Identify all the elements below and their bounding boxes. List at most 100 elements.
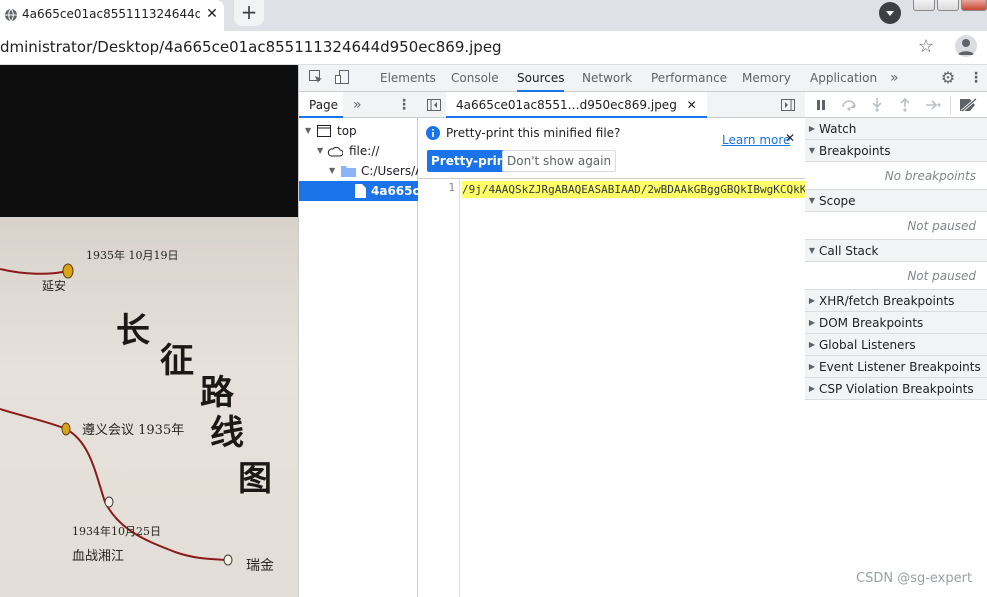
- pause-icon[interactable]: [815, 99, 827, 111]
- file-tab-label: 4a665ce01ac8551…d950ec869.jpeg: [456, 98, 677, 112]
- map-title-char: 征: [160, 341, 194, 381]
- browser-tab[interactable]: 4a665ce01ac855111324644d9 ✕: [0, 0, 224, 31]
- step-into-icon[interactable]: [871, 97, 883, 113]
- step-icon[interactable]: [925, 99, 941, 111]
- address-bar: dministrator/Desktop/4a665ce01ac85511132…: [0, 31, 987, 65]
- editor-pane: 4a665ce01ac8551…d950ec869.jpeg ✕ Pretty-…: [418, 92, 805, 597]
- window-controls: [913, 0, 987, 12]
- expanded-arrow-icon: ▼: [808, 146, 816, 155]
- tab-performance[interactable]: Performance: [651, 65, 727, 92]
- tab-search-button[interactable]: [879, 2, 901, 24]
- tab-elements[interactable]: Elements: [380, 65, 436, 92]
- map-photo: 1935年 10月19日 延安 长 征 路 线 图 遵义会议 1935年 193…: [0, 217, 298, 597]
- xiangjiang-label: 血战湘江: [72, 549, 125, 564]
- section-title: Global Listeners: [819, 338, 916, 352]
- toggle-debugger-icon[interactable]: [780, 97, 796, 113]
- folder-icon: [341, 166, 356, 177]
- window-close-button[interactable]: [961, 0, 987, 11]
- learn-more-link[interactable]: Learn more: [722, 133, 790, 147]
- line-number: 1: [448, 181, 455, 194]
- tree-item-folder[interactable]: ▼ C:/Users/A: [299, 161, 418, 181]
- tree-label: top: [337, 124, 357, 138]
- infobar-message: Pretty-print this minified file?: [446, 126, 621, 140]
- more-tabs-button[interactable]: »: [890, 65, 899, 92]
- tree-item-file[interactable]: ▼ file://: [299, 141, 418, 161]
- tree-item-jpeg[interactable]: 4a665ce: [299, 181, 418, 201]
- deactivate-breakpoints-icon[interactable]: [959, 98, 979, 112]
- expand-arrow-icon: ▼: [329, 166, 336, 175]
- tab-page[interactable]: Page: [299, 92, 343, 118]
- section-title: CSP Violation Breakpoints: [819, 382, 974, 396]
- section-title: DOM Breakpoints: [819, 316, 924, 330]
- cloud-icon: [327, 146, 343, 157]
- file-icon: [355, 184, 366, 198]
- debugger-sidebar: ▶ Watch ▼ Breakpoints No breakpoints ▼ Scop…: [805, 92, 987, 597]
- tab-memory[interactable]: Memory: [742, 65, 791, 92]
- collapsed-arrow-icon: ▶: [808, 384, 816, 393]
- inspect-element-icon[interactable]: [307, 69, 325, 87]
- debugger-toolbar: [805, 92, 987, 118]
- tree-label: file://: [349, 144, 380, 158]
- file-tab[interactable]: 4a665ce01ac8551…d950ec869.jpeg ✕: [446, 92, 707, 118]
- ruijin-label: 瑞金: [246, 558, 274, 574]
- section-title: Event Listener Breakpoints: [819, 360, 981, 374]
- section-scope[interactable]: ▼ Scope: [805, 190, 987, 212]
- step-over-icon[interactable]: [841, 98, 857, 112]
- watermark-text: CSDN @sg-expert: [856, 571, 973, 586]
- tree-item-top[interactable]: ▼ top: [299, 121, 418, 141]
- collapsed-arrow-icon: ▶: [808, 318, 816, 327]
- code-line[interactable]: /9j/4AAQSkZJRgABAQEASABIAAD/2wBDAAkGBggG…: [462, 181, 805, 198]
- section-csp-violation-breakpoints[interactable]: ▶ CSP Violation Breakpoints: [805, 378, 987, 400]
- collapsed-arrow-icon: ▶: [808, 124, 816, 133]
- section-title: XHR/fetch Breakpoints: [819, 294, 955, 308]
- close-infobar-icon[interactable]: ✕: [785, 131, 795, 145]
- section-global-listeners[interactable]: ▶ Global Listeners: [805, 334, 987, 356]
- close-file-icon[interactable]: ✕: [687, 98, 697, 112]
- dont-show-again-button[interactable]: Don't show again: [502, 150, 617, 172]
- section-title: Breakpoints: [819, 144, 891, 158]
- minimize-button[interactable]: [913, 0, 935, 11]
- tab-application[interactable]: Application: [810, 65, 877, 92]
- navigator-menu-icon[interactable]: ⋮: [397, 92, 411, 118]
- expanded-arrow-icon: ▼: [808, 196, 816, 205]
- navigator-header: Page » ⋮: [299, 92, 418, 118]
- section-watch[interactable]: ▶ Watch: [805, 118, 987, 140]
- maximize-button[interactable]: [937, 0, 959, 11]
- tree-label: 4a665ce: [371, 184, 418, 198]
- section-title: Scope: [819, 194, 856, 208]
- new-tab-button[interactable]: +: [234, 0, 264, 26]
- tab-console[interactable]: Console: [451, 65, 499, 92]
- section-xhr-breakpoints[interactable]: ▶ XHR/fetch Breakpoints: [805, 290, 987, 312]
- close-tab-icon[interactable]: ✕: [204, 5, 220, 23]
- section-event-listener-breakpoints[interactable]: ▶ Event Listener Breakpoints: [805, 356, 987, 378]
- navigator-more-button[interactable]: »: [353, 92, 362, 118]
- account-icon[interactable]: [955, 35, 977, 57]
- device-toolbar-icon[interactable]: [333, 69, 351, 87]
- section-title: Watch: [819, 122, 857, 136]
- scope-not-paused-text: Not paused: [805, 212, 987, 240]
- gear-icon[interactable]: ⚙: [939, 69, 957, 87]
- more-options-icon[interactable]: ⋮: [967, 69, 985, 87]
- code-editor[interactable]: 1 /9j/4AAQSkZJRgABAQEASABIAAD/2wBDAAkGBg…: [418, 179, 805, 597]
- tab-strip: 4a665ce01ac855111324644d9 ✕ +: [0, 0, 987, 31]
- step-out-icon[interactable]: [899, 97, 911, 113]
- collapsed-arrow-icon: ▶: [808, 340, 816, 349]
- toolbar-divider: [950, 96, 951, 114]
- image-viewer: 1935年 10月19日 延安 长 征 路 线 图 遵义会议 1935年 193…: [0, 65, 298, 597]
- info-icon: [426, 126, 440, 140]
- section-dom-breakpoints[interactable]: ▶ DOM Breakpoints: [805, 312, 987, 334]
- yanan-label: 延安: [42, 279, 67, 293]
- chevron-down-icon: [886, 11, 894, 16]
- map-title-char: 线: [210, 413, 244, 453]
- tab-network[interactable]: Network: [582, 65, 632, 92]
- section-breakpoints[interactable]: ▼ Breakpoints: [805, 140, 987, 162]
- bookmark-star-icon[interactable]: ☆: [916, 37, 936, 57]
- line-gutter: 1: [418, 179, 460, 597]
- tab-title: 4a665ce01ac855111324644d9: [22, 7, 200, 21]
- map-title-char: 长: [116, 311, 150, 351]
- section-call-stack[interactable]: ▼ Call Stack: [805, 240, 987, 262]
- tab-sources[interactable]: Sources: [517, 65, 565, 92]
- toggle-navigator-icon[interactable]: [426, 97, 442, 113]
- expanded-arrow-icon: ▼: [808, 246, 816, 255]
- url-field[interactable]: dministrator/Desktop/4a665ce01ac85511132…: [0, 38, 502, 56]
